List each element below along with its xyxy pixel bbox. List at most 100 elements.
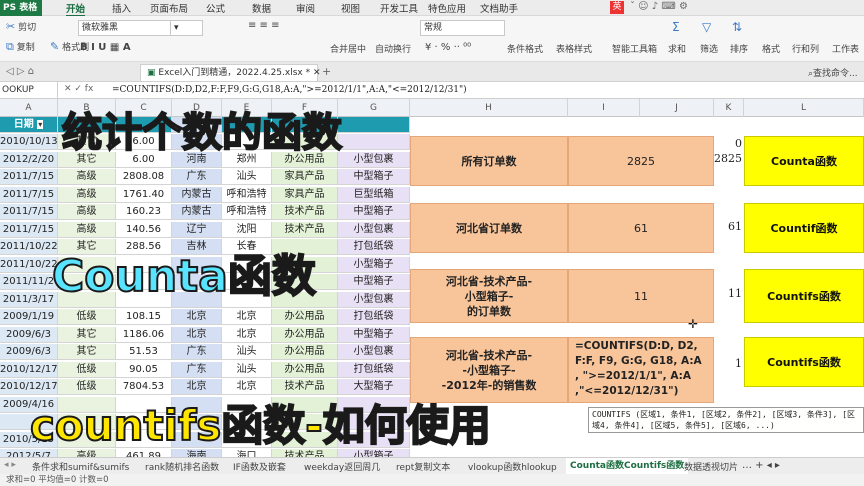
menu-page-layout[interactable]: 页面布局 [150, 1, 188, 15]
ime-toolbar-icons[interactable]: ˇ ☺ ♪ ⌨ ⚙ [630, 1, 688, 12]
menu-special[interactable]: 特色应用 [428, 1, 466, 15]
formula-edit-cell[interactable]: =COUNTIFS(D:D, D2, F:F, F9, G:G, G18, A:… [568, 337, 714, 403]
cell-g[interactable]: 中型箱子 [338, 204, 410, 220]
format-button[interactable]: 格式 [762, 42, 780, 55]
sheet-tab[interactable]: weekday返回周几 [304, 460, 380, 473]
countifs-function-button-2[interactable]: Countifs函数 [744, 337, 864, 387]
cell-e[interactable]: 呼和浩特 [222, 186, 272, 203]
sheet-tab[interactable]: vlookup函数hlookup [468, 460, 557, 473]
cell-c[interactable]: 140.56 [116, 221, 172, 238]
table-style-button[interactable]: 表格样式 [556, 42, 592, 55]
cell-f[interactable]: 技术产品 [272, 221, 338, 238]
cell-b[interactable]: 其它 [58, 344, 116, 360]
sum-button[interactable]: 求和 [668, 42, 686, 55]
name-box[interactable]: OOKUP [0, 82, 58, 98]
cell-b[interactable]: 高级 [58, 186, 116, 203]
sheet-tab[interactable]: rept复制文本 [396, 460, 450, 473]
menu-insert[interactable]: 插入 [112, 1, 131, 15]
copy-button[interactable]: ⧉ 复制 [6, 40, 35, 54]
sheet-tab[interactable]: 条件求和sumif&sumifs [32, 460, 129, 473]
cell-b[interactable]: 其它 [58, 326, 116, 343]
formula-input[interactable]: =COUNTIFS(D:D,D2,F:F,F9,G:G,G18,A:A,">=2… [112, 82, 467, 98]
summary-value-2[interactable]: 61 [568, 203, 714, 253]
date-header[interactable]: 日期 ▾ [0, 117, 58, 133]
worksheet-button[interactable]: 工作表 [832, 42, 859, 55]
align-buttons[interactable]: ≡ ≡ ≡ [248, 20, 280, 31]
summary-label-1[interactable]: 所有订单数 [410, 136, 568, 186]
sheet-tab[interactable]: 数据透视切片 [684, 460, 738, 473]
cell-g[interactable]: 打包纸袋 [338, 309, 410, 325]
cell-b[interactable]: 低级 [58, 309, 116, 325]
col-header-g[interactable]: G [338, 99, 410, 117]
cell-g[interactable]: 中型箱子 [338, 326, 410, 343]
cell-c[interactable]: 1186.06 [116, 326, 172, 343]
cell-a[interactable]: 2010/10/13 [0, 134, 58, 150]
k-value-1[interactable]: 2825 [712, 152, 742, 165]
cell-d[interactable]: 辽宁 [172, 221, 222, 238]
col-header-l[interactable]: L [744, 99, 864, 117]
sheet-more-icons[interactable]: … + ◂ ▸ [742, 460, 780, 471]
cell-d[interactable]: 广东 [172, 344, 222, 360]
countifs-function-button[interactable]: Countifs函数 [744, 269, 864, 323]
sheet-nav-icons[interactable]: ◂ ▸ [4, 460, 16, 470]
cell-b[interactable]: 高级 [58, 221, 116, 238]
col-header-j[interactable]: J [640, 99, 714, 117]
cell-e[interactable]: 汕头 [222, 344, 272, 360]
font-size-select[interactable]: ▾ [170, 20, 203, 36]
cell-d[interactable]: 内蒙古 [172, 186, 222, 203]
col-header-h[interactable]: H [410, 99, 568, 117]
row-col-button[interactable]: 行和列 [792, 42, 819, 55]
cell-a[interactable]: 2009/6/3 [0, 326, 58, 343]
cell-a[interactable]: 2011/7/15 [0, 221, 58, 238]
cell-g[interactable]: 小型包裹 [338, 291, 410, 308]
cell-d[interactable]: 广东 [172, 169, 222, 185]
cell-d[interactable]: 北京 [172, 309, 222, 325]
cell-g[interactable]: 小型包裹 [338, 344, 410, 360]
k-value-2[interactable]: 61 [712, 220, 742, 233]
cell-f[interactable]: 家具产品 [272, 169, 338, 185]
cell-c[interactable]: 160.23 [116, 204, 172, 220]
cell-d[interactable]: 北京 [172, 326, 222, 343]
cell-g[interactable]: 打包纸袋 [338, 239, 410, 255]
menu-formula[interactable]: 公式 [206, 1, 225, 15]
app-name[interactable]: PS 表格 [0, 0, 42, 16]
menu-doc-assistant[interactable]: 文档助手 [480, 1, 518, 15]
cell-e[interactable]: 汕头 [222, 361, 272, 378]
col-header-k[interactable]: K [714, 99, 744, 117]
menu-data[interactable]: 数据 [252, 1, 271, 15]
cell-a[interactable]: 2012/2/20 [0, 151, 58, 168]
cell-a[interactable]: 2010/12/17 [0, 361, 58, 378]
cell-g[interactable]: 中型箱子 [338, 169, 410, 185]
cell-a[interactable]: 2011/11/2 [0, 274, 58, 290]
ime-icon[interactable]: 英 [610, 1, 624, 14]
cut-button[interactable]: ✂ 剪切 [6, 20, 36, 33]
filter-button[interactable]: 筛选 [700, 42, 718, 55]
cell-a[interactable]: 2011/7/15 [0, 204, 58, 220]
menu-developer[interactable]: 开发工具 [380, 1, 418, 15]
cell-e[interactable]: 北京 [222, 326, 272, 343]
cell-f[interactable]: 办公用品 [272, 309, 338, 325]
cell-b[interactable]: 低级 [58, 361, 116, 378]
col-header-i[interactable]: I [568, 99, 640, 117]
cell-g[interactable]: 小型包裹 [338, 151, 410, 168]
cell-e[interactable]: 呼和浩特 [222, 204, 272, 220]
cell-d[interactable]: 广东 [172, 361, 222, 378]
col-header-a[interactable]: A [0, 99, 58, 117]
cell-g[interactable]: 中型箱子 [338, 274, 410, 290]
summary-value-3[interactable]: 11 [568, 269, 714, 323]
cell-c[interactable]: 108.15 [116, 309, 172, 325]
tab-nav-icons[interactable]: ◁ ▷ ⌂ [6, 66, 34, 77]
summary-label-3[interactable]: 河北省-技术产品- 小型箱子- 的订单数 [410, 269, 568, 323]
cell-f[interactable]: 办公用品 [272, 326, 338, 343]
close-icon[interactable]: ✕ [313, 68, 321, 78]
countif-function-button[interactable]: Countif函数 [744, 203, 864, 253]
cell-a[interactable]: 2011/3/17 [0, 291, 58, 308]
wrap-text-button[interactable]: 自动换行 [375, 42, 411, 55]
cell-a[interactable]: 2011/10/22 [0, 256, 58, 273]
cell-a[interactable]: 2011/7/15 [0, 169, 58, 185]
cell-f[interactable]: 办公用品 [272, 344, 338, 360]
merge-center-button[interactable]: 合并居中 [330, 42, 366, 55]
cell-a[interactable]: 2011/10/22 [0, 239, 58, 255]
cell-c[interactable]: 1761.40 [116, 186, 172, 203]
cell-b[interactable]: 高级 [58, 204, 116, 220]
